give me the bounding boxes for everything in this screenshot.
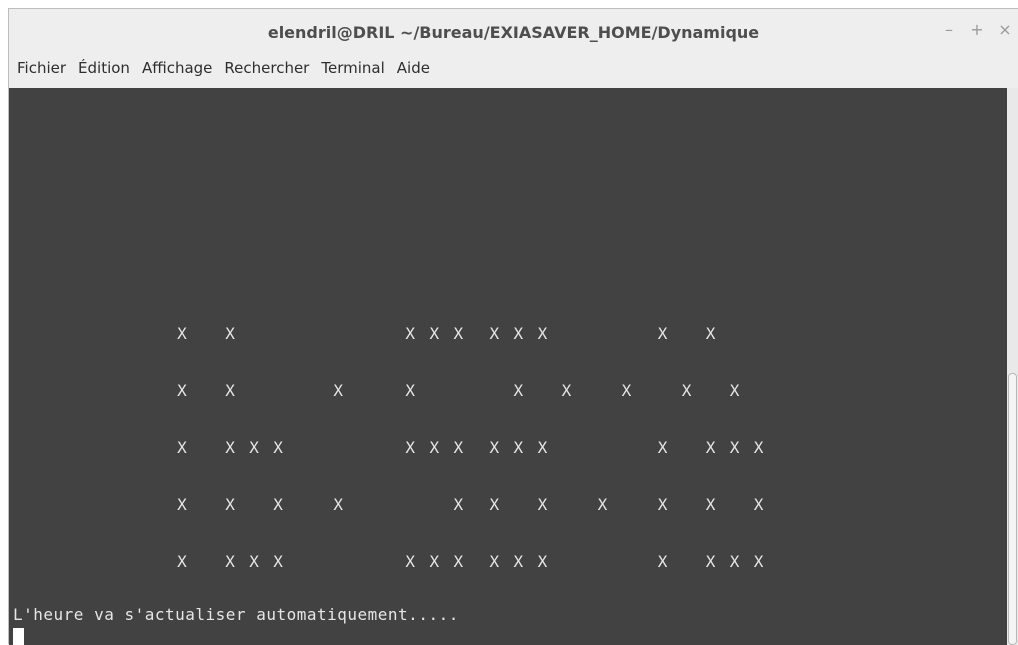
window-controls: – + × [942,21,1012,39]
terminal-output[interactable]: X X X X X X X X X X X X X X X X X X X X … [9,88,1007,645]
scrollbar-thumb[interactable] [1008,373,1017,645]
menu-rechercher[interactable]: Rechercher [220,59,317,77]
minimize-button[interactable]: – [942,21,956,39]
menu-terminal[interactable]: Terminal [317,59,392,77]
maximize-button[interactable]: + [970,21,984,39]
text-cursor [13,628,24,645]
menu-bar: Fichier Édition Affichage Rechercher Ter… [9,49,1018,87]
menu-affichage[interactable]: Affichage [138,59,220,77]
ascii-clock: X X X X X X X X X X X X X X X X X X X X … [9,286,766,609]
status-message: L'heure va s'actualiser automatiquement.… [13,605,459,624]
title-bar[interactable]: elendril@DRIL ~/Bureau/EXIASAVER_HOME/Dy… [9,9,1018,49]
clock-line-1: X X X X X X X X X X [9,324,718,343]
terminal-window: elendril@DRIL ~/Bureau/EXIASAVER_HOME/Dy… [8,8,1018,645]
menu-edition[interactable]: Édition [74,59,138,77]
menu-aide[interactable]: Aide [393,59,438,77]
close-button[interactable]: × [998,21,1012,39]
vertical-scrollbar[interactable] [1007,88,1018,645]
clock-line-2: X X X X X X X X X [9,381,742,400]
clock-line-4: X X X X X X X X X X X [9,495,766,514]
clock-line-3: X X X X X X X X X X X X X X [9,438,766,457]
clock-line-5: X X X X X X X X X X X X X X [9,552,766,571]
window-title: elendril@DRIL ~/Bureau/EXIASAVER_HOME/Dy… [267,23,760,42]
menu-fichier[interactable]: Fichier [13,59,74,77]
